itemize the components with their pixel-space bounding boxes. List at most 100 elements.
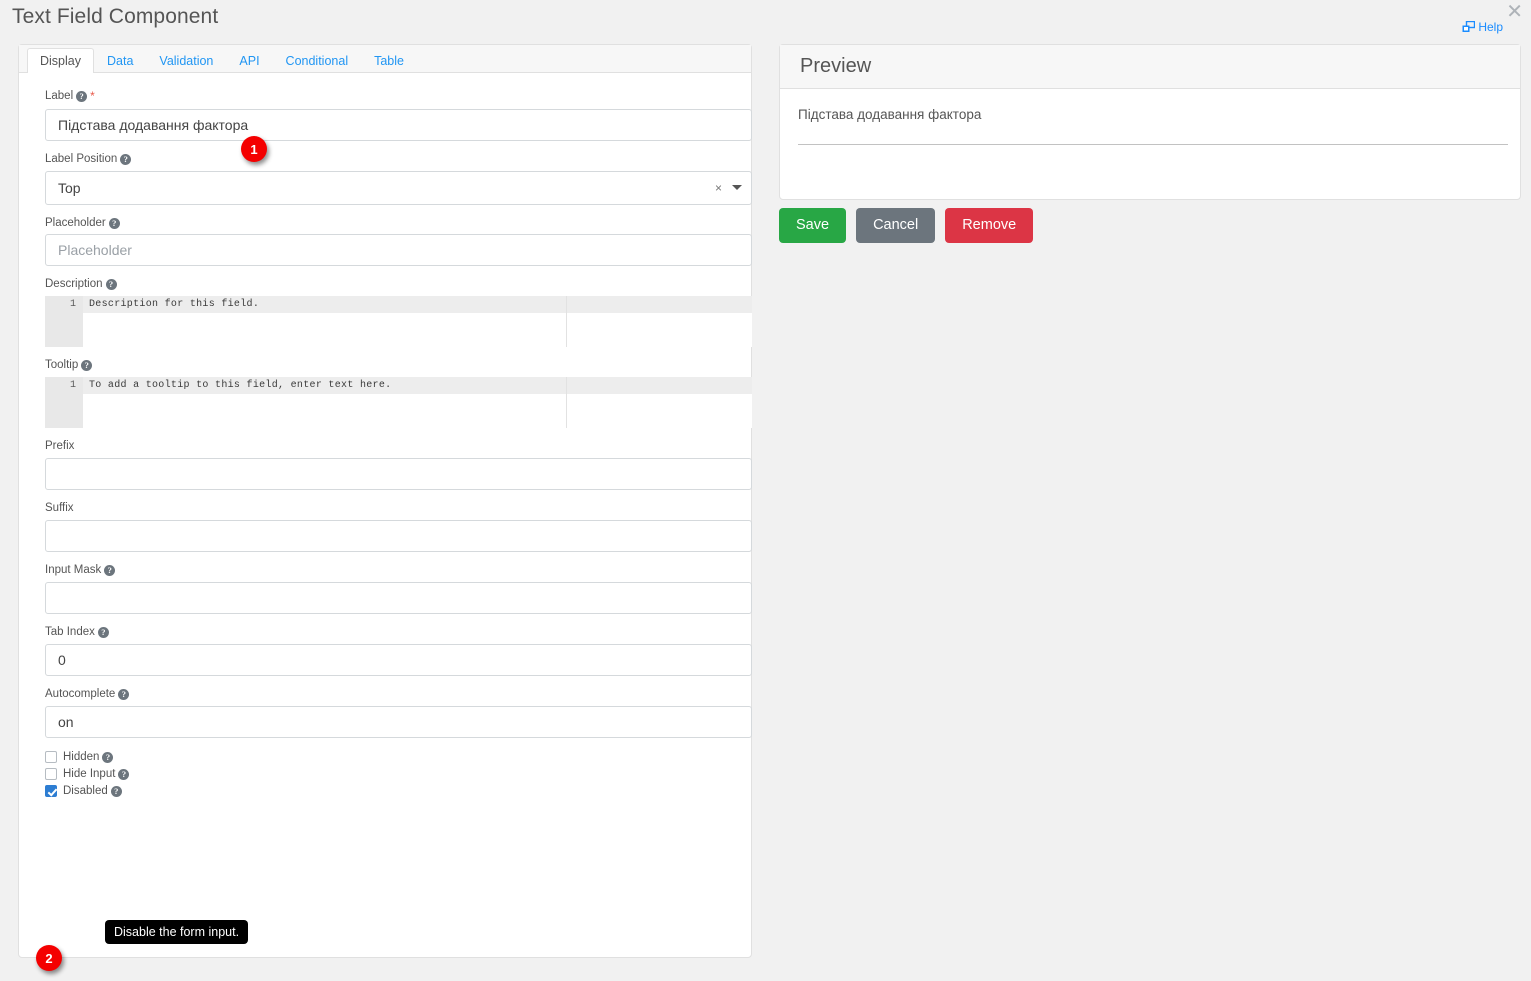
label-input[interactable]	[45, 108, 752, 141]
field-description: Description ? 1 Description for this fie…	[45, 277, 752, 348]
label-caption: Label ? *	[45, 89, 725, 105]
question-mark-icon[interactable]: ?	[97, 627, 109, 639]
input-mask-caption: Input Mask ?	[45, 563, 725, 578]
field-placeholder: Placeholder ?	[45, 216, 752, 267]
print-margin	[566, 377, 567, 429]
remove-button[interactable]: Remove	[945, 208, 1034, 244]
tab-bar: Display Data Validation API Conditional …	[19, 45, 751, 73]
autocomplete-input[interactable]	[45, 706, 752, 739]
description-caption: Description ?	[45, 277, 725, 292]
hide-input-label: Hide Input ?	[63, 768, 130, 781]
step-badge-1: 1	[241, 136, 267, 162]
preview-title: Preview	[800, 55, 872, 77]
preview-panel: Preview Підстава додавання фактора	[779, 44, 1521, 200]
external-window-icon	[1462, 21, 1476, 32]
tab-display[interactable]: Display	[27, 47, 94, 73]
input-mask-input[interactable]	[45, 582, 752, 615]
tab-index-input[interactable]	[45, 644, 752, 677]
field-autocomplete: Autocomplete ?	[45, 687, 752, 739]
suffix-input[interactable]	[45, 520, 752, 553]
field-label-position: Label Position ? Top ×	[45, 152, 752, 205]
preview-header: Preview	[780, 45, 1520, 89]
preview-body: Підстава додавання фактора	[780, 89, 1520, 145]
save-button[interactable]: Save	[779, 208, 847, 244]
question-mark-icon[interactable]: ?	[76, 91, 88, 103]
tab-data[interactable]: Data	[94, 48, 146, 74]
disabled-label: Disabled ?	[63, 785, 122, 797]
label-position-select-wrap: Top ×	[45, 170, 752, 205]
prefix-input[interactable]	[45, 458, 752, 491]
input-mask-text: Input Mask	[45, 564, 102, 577]
tab-api[interactable]: API	[226, 48, 272, 74]
select-icons: ×	[715, 171, 742, 205]
page-title: Text Field Component	[12, 5, 219, 28]
page-root: Text Field Component Help ✕ Display Data…	[0, 0, 1531, 981]
prefix-text: Prefix	[45, 440, 75, 453]
question-mark-icon[interactable]: ?	[104, 565, 116, 577]
checkbox-row-hide-input[interactable]: Hide Input ?	[45, 766, 725, 782]
tab-validation[interactable]: Validation	[146, 48, 226, 74]
description-text: Description	[45, 278, 103, 291]
print-margin	[566, 296, 567, 348]
disabled-tooltip: Disable the form input.	[105, 920, 249, 944]
tab-conditional[interactable]: Conditional	[273, 48, 362, 74]
preview-text-input[interactable]	[798, 144, 1508, 145]
checkbox-row-disabled[interactable]: Disabled ?	[45, 783, 725, 799]
required-marker: *	[90, 89, 95, 103]
question-mark-icon[interactable]: ?	[102, 751, 114, 763]
placeholder-caption: Placeholder ?	[45, 216, 725, 231]
label-position-text: Label Position	[45, 152, 118, 165]
tooltip-caption: Tooltip ?	[45, 358, 725, 373]
tooltip-editor-text: To add a tooltip to this field, enter te…	[89, 380, 392, 392]
cancel-button[interactable]: Cancel	[856, 208, 936, 244]
hide-input-label-text: Hide Input	[63, 768, 116, 781]
label-position-caption: Label Position ?	[45, 152, 725, 167]
label-position-select[interactable]: Top	[45, 170, 752, 205]
description-code-editor[interactable]: 1 Description for this field.	[45, 296, 752, 348]
suffix-caption: Suffix	[45, 501, 725, 516]
question-mark-icon[interactable]: ?	[118, 768, 130, 780]
placeholder-input[interactable]	[45, 234, 752, 267]
question-mark-icon[interactable]: ?	[81, 360, 93, 372]
question-mark-icon[interactable]: ?	[110, 785, 122, 797]
checkbox-group: Hidden ? Hide Input ? Disabled ?	[45, 749, 725, 799]
step-badge-2: 2	[36, 945, 62, 971]
line-number: 1	[69, 380, 76, 392]
field-tooltip: Tooltip ? 1 To add a tooltip to this fie…	[45, 358, 752, 429]
clear-icon[interactable]: ×	[715, 181, 722, 195]
placeholder-text: Placeholder	[45, 216, 106, 229]
label-text: Label	[45, 90, 74, 103]
field-suffix: Suffix	[45, 501, 752, 553]
question-mark-icon[interactable]: ?	[120, 153, 132, 165]
question-mark-icon[interactable]: ?	[105, 279, 117, 291]
settings-panel: Display Data Validation API Conditional …	[18, 44, 752, 958]
editor-gutter: 1	[45, 377, 83, 429]
label-position-value: Top	[58, 179, 81, 196]
help-link[interactable]: Help	[1462, 20, 1503, 34]
hide-input-checkbox[interactable]	[45, 768, 57, 781]
tab-index-caption: Tab Index ?	[45, 625, 725, 640]
line-number: 1	[69, 299, 76, 311]
action-buttons: Save Cancel Remove	[779, 208, 1034, 244]
preview-field-label: Підстава додавання фактора	[798, 107, 982, 122]
hidden-label: Hidden ?	[63, 751, 114, 764]
tab-table[interactable]: Table	[361, 48, 417, 74]
field-prefix: Prefix	[45, 439, 752, 491]
field-input-mask: Input Mask ?	[45, 563, 752, 615]
autocomplete-text: Autocomplete	[45, 688, 116, 701]
chevron-down-icon[interactable]	[732, 185, 742, 191]
question-mark-icon[interactable]: ?	[118, 689, 130, 701]
close-icon[interactable]: ✕	[1506, 2, 1523, 22]
description-editor-text: Description for this field.	[89, 299, 260, 311]
disabled-checkbox[interactable]	[45, 785, 57, 798]
disabled-label-text: Disabled	[63, 785, 108, 798]
autocomplete-caption: Autocomplete ?	[45, 687, 725, 702]
hidden-label-text: Hidden	[63, 751, 100, 764]
tooltip-code-editor[interactable]: 1 To add a tooltip to this field, enter …	[45, 377, 752, 429]
question-mark-icon[interactable]: ?	[108, 217, 120, 229]
editor-gutter: 1	[45, 296, 83, 348]
tab-index-text: Tab Index	[45, 626, 95, 639]
field-tab-index: Tab Index ?	[45, 625, 752, 677]
checkbox-row-hidden[interactable]: Hidden ?	[45, 749, 725, 765]
hidden-checkbox[interactable]	[45, 751, 57, 764]
